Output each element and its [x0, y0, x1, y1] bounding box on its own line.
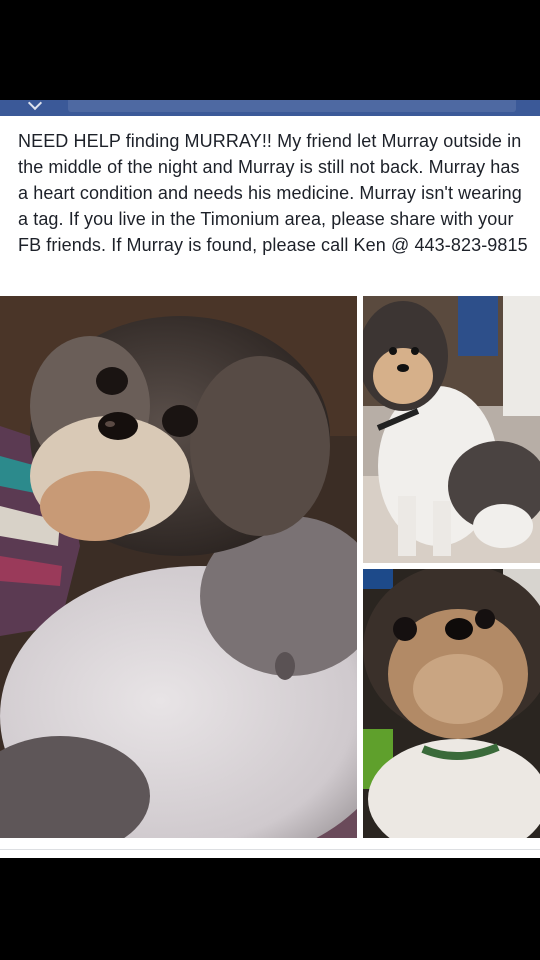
bottom-area [0, 858, 540, 960]
post-text: NEED HELP finding MURRAY!! My friend let… [18, 131, 528, 255]
app-header [0, 95, 540, 116]
post-card: NEED HELP finding MURRAY!! My friend let… [0, 116, 540, 858]
photo-dog-lying[interactable] [0, 296, 357, 838]
post-divider [0, 849, 540, 850]
photo-dog-sitting[interactable] [363, 296, 540, 563]
top-status-area [0, 0, 540, 100]
photo-dog-closeup[interactable] [363, 569, 540, 838]
search-bar[interactable] [68, 100, 516, 112]
